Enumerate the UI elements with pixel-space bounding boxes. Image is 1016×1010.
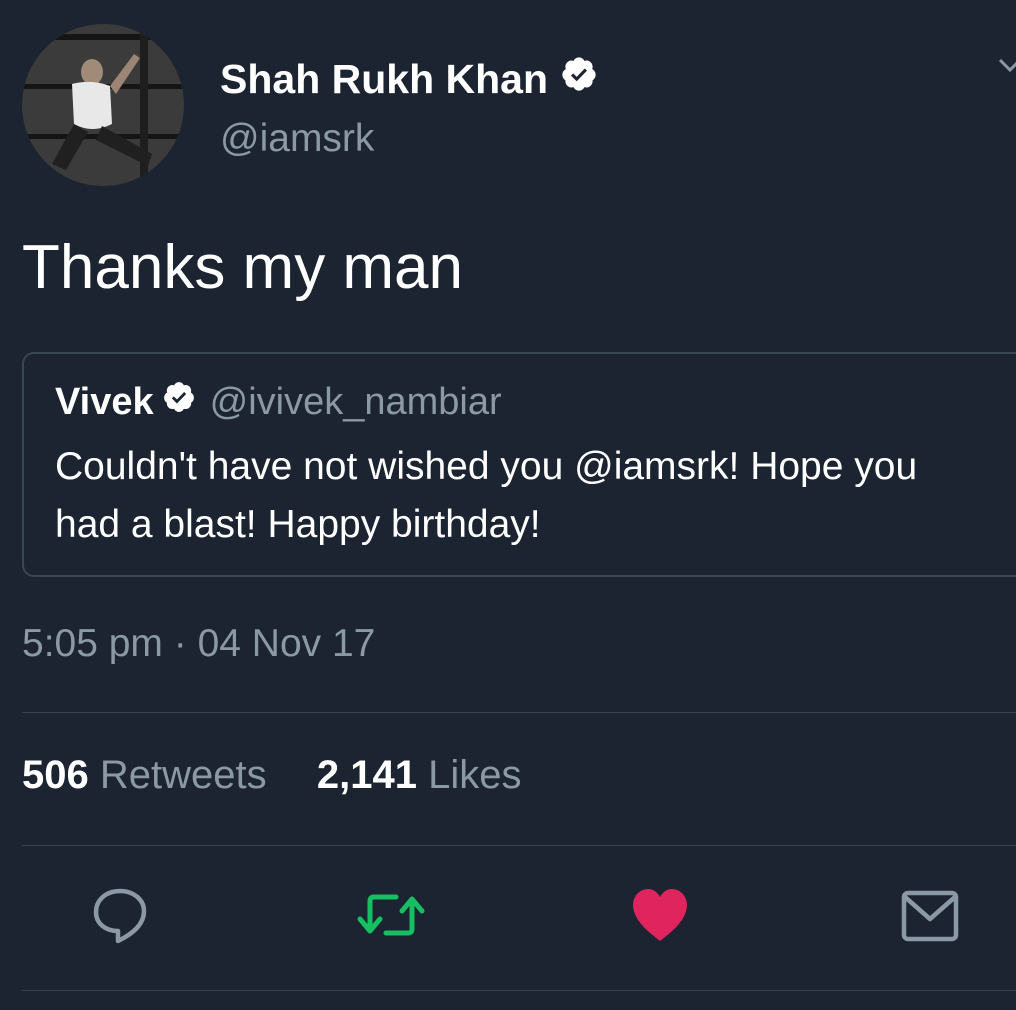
divider: [22, 990, 1016, 991]
author-name-text: Shah Rukh Khan: [220, 55, 549, 102]
likes-count: 2,141: [316, 753, 417, 797]
retweets-label: Retweets: [99, 753, 267, 797]
quoted-tweet-header: Vivek @ivivek_nambiar: [55, 380, 502, 424]
retweet-icon: [357, 894, 425, 936]
tweet-text: Thanks my man: [22, 233, 464, 302]
divider: [22, 845, 1016, 846]
tweet-timestamp: 5:05 pm · 04 Nov 17: [22, 622, 376, 665]
quoted-author-name: Vivek: [55, 380, 154, 423]
likes-stat[interactable]: 2,141 Likes: [317, 753, 522, 797]
verified-badge-icon: [560, 55, 598, 103]
quoted-author-handle: @ivivek_nambiar: [209, 380, 502, 423]
tweet-stats: 506 Retweets 2,141 Likes: [22, 753, 522, 798]
heart-icon: [633, 889, 687, 941]
like-button[interactable]: [630, 887, 690, 948]
verified-badge-icon: [162, 380, 196, 424]
quoted-tweet-text: Couldn't have not wished you @iamsrk! Ho…: [55, 445, 918, 546]
divider: [22, 712, 1016, 713]
chevron-down-icon[interactable]: [996, 52, 1016, 78]
author-name[interactable]: Shah Rukh Khan: [220, 55, 598, 103]
retweets-count: 506: [22, 753, 89, 797]
direct-message-button[interactable]: [900, 887, 960, 948]
quoted-tweet-card[interactable]: Vivek @ivivek_nambiar Couldn't have not …: [22, 352, 1016, 577]
author-avatar[interactable]: [22, 24, 184, 186]
avatar-photo: [22, 24, 184, 186]
likes-label: Likes: [428, 753, 522, 797]
reply-icon: [93, 888, 147, 944]
retweet-button[interactable]: [356, 887, 426, 948]
envelope-icon: [901, 890, 959, 942]
author-handle[interactable]: @iamsrk: [220, 117, 374, 161]
reply-button[interactable]: [92, 887, 148, 950]
retweets-stat[interactable]: 506 Retweets: [22, 753, 278, 797]
